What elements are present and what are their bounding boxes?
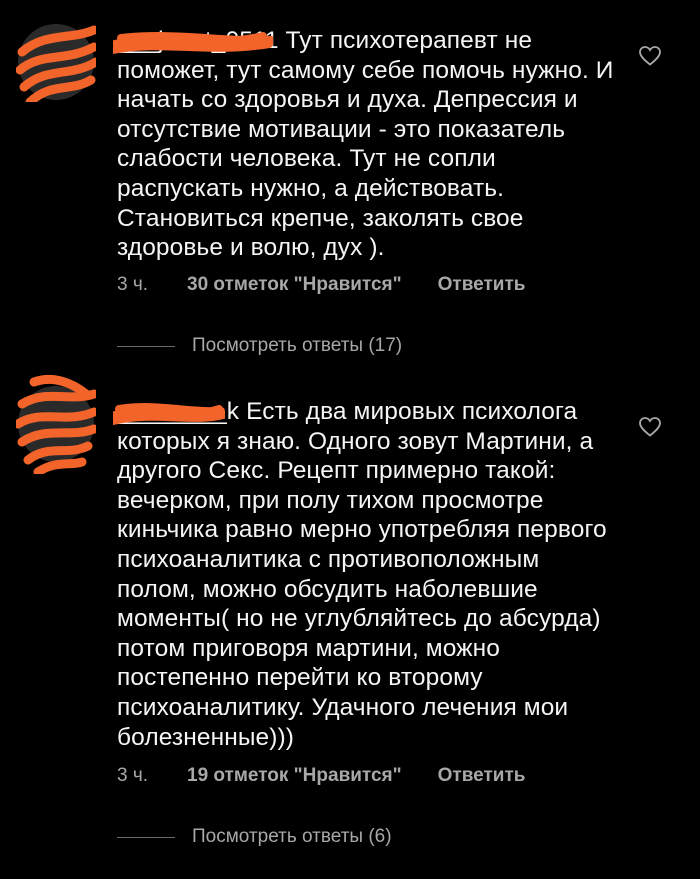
comment-username[interactable]: ___janet_0511 [113, 27, 279, 54]
likes-count-button[interactable]: 30 отметок "Нравится" [187, 274, 402, 296]
view-replies-label: Посмотреть ответы (17) [192, 335, 403, 356]
comment-meta: 3 ч. 30 отметок "Нравится" Ответить [117, 271, 525, 299]
view-replies-button[interactable]: Посмотреть ответы (17) [117, 332, 402, 360]
divider-line [117, 345, 175, 347]
reply-button[interactable]: Ответить [438, 765, 526, 787]
like-heart-icon[interactable] [638, 415, 662, 439]
comment-username[interactable]: ________k [113, 398, 239, 425]
view-replies-label: Посмотреть ответы (6) [192, 826, 392, 847]
likes-count-button[interactable]: 19 отметок "Нравится" [187, 765, 402, 787]
comment-body: ___janet_0511 Тут психотерапевт не помож… [113, 26, 617, 263]
comment-text: Тут психотерапевт не поможет, тут самому… [117, 27, 614, 262]
avatar[interactable] [16, 374, 96, 474]
comment-time: 3 ч. [117, 765, 149, 786]
comment-text: Есть два мировых психолога которых я зна… [117, 398, 607, 751]
avatar[interactable] [16, 22, 96, 102]
reply-button[interactable]: Ответить [438, 274, 526, 296]
like-heart-icon[interactable] [638, 44, 662, 68]
comment-time: 3 ч. [117, 274, 149, 295]
comment-meta: 3 ч. 19 отметок "Нравится" Ответить [117, 762, 525, 790]
comment-body: ________k Есть два мировых психолога кот… [113, 397, 617, 752]
divider-line [117, 836, 175, 838]
view-replies-button[interactable]: Посмотреть ответы (6) [117, 823, 392, 851]
